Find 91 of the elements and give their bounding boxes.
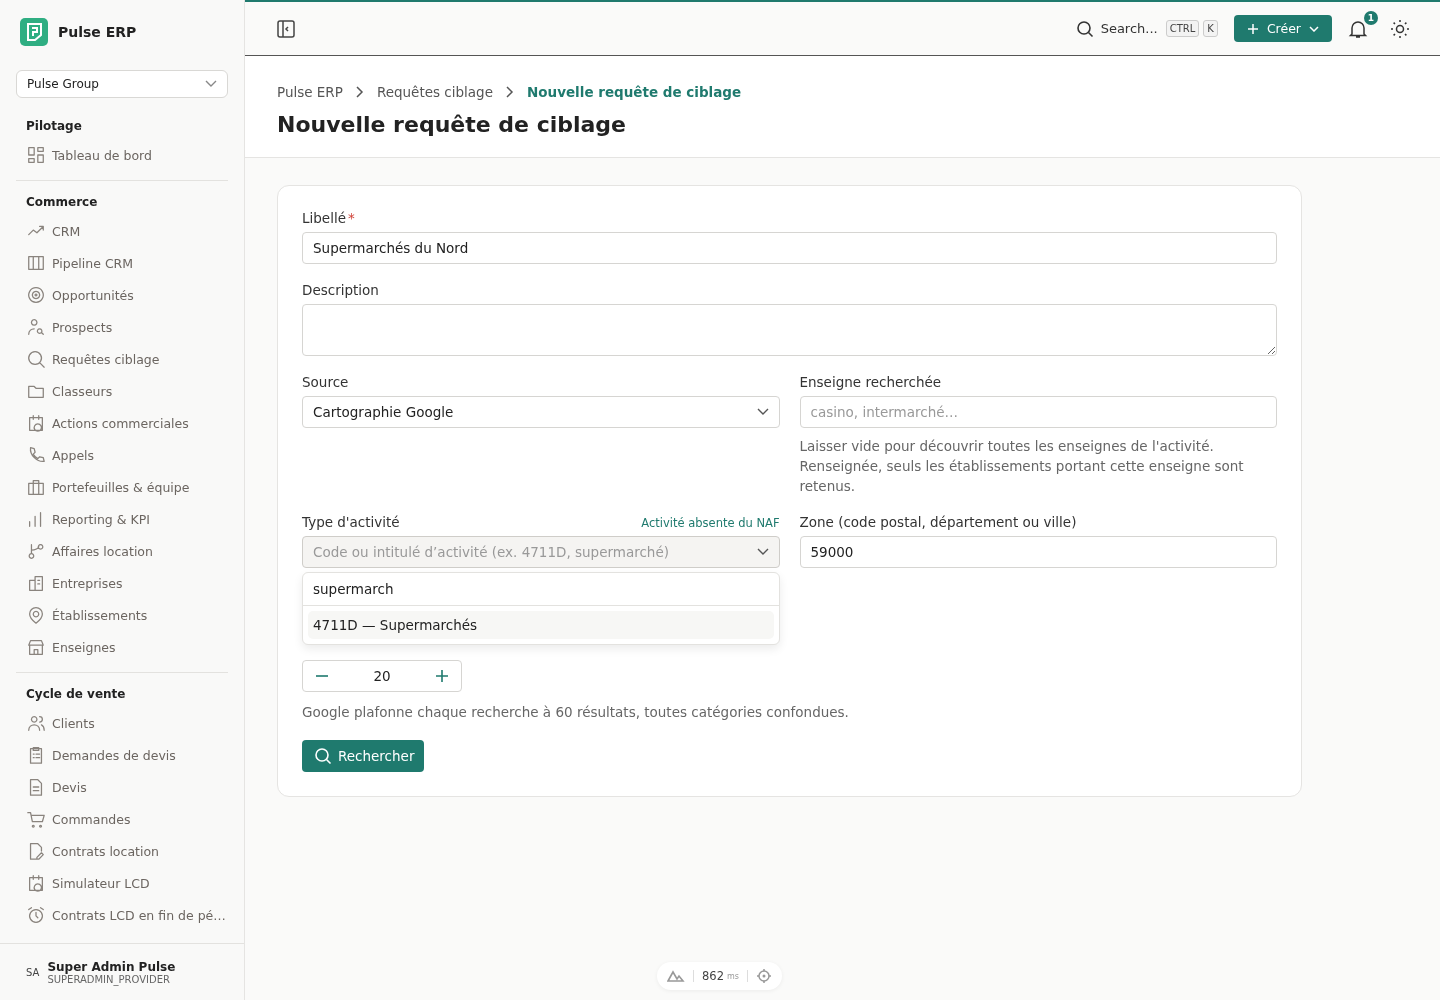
nav-icon — [26, 637, 46, 657]
sidebar-item[interactable]: Demandes de devis — [16, 739, 228, 771]
dropdown-option[interactable]: 4711D — Supermarchés — [308, 611, 774, 639]
chevron-right-icon — [506, 86, 514, 98]
crosshair-icon[interactable] — [755, 968, 772, 984]
sidebar-item[interactable]: Établissements — [16, 599, 228, 631]
sidebar-item[interactable]: Tableau de bord — [16, 139, 228, 171]
sidebar-item[interactable]: Enseignes — [16, 631, 228, 663]
mountain-icon — [667, 970, 685, 982]
sun-icon[interactable] — [1390, 18, 1410, 39]
nav-icon — [26, 713, 46, 733]
field-label: Enseigne recherchée — [799, 374, 943, 390]
breadcrumb-link[interactable]: Nouvelle requête de ciblage — [527, 84, 742, 100]
nav-icon — [26, 541, 46, 561]
nav-icon — [26, 413, 46, 433]
timing-value: 862 — [702, 969, 724, 983]
create-button[interactable]: Créer — [1233, 15, 1332, 42]
notification-count: 1 — [1364, 10, 1378, 25]
nav-icon — [26, 477, 46, 497]
nav-icon — [26, 905, 46, 925]
sidebar-item[interactable]: Reporting & KPI — [16, 503, 228, 535]
sidebar-item[interactable]: Actions commerciales — [16, 407, 228, 439]
sidebar-item[interactable]: Opportunités — [16, 279, 228, 311]
plus-icon[interactable] — [435, 669, 449, 683]
section-title: Pilotage — [25, 118, 83, 135]
shortcut-key: K — [1203, 20, 1218, 37]
search-icon — [1075, 19, 1094, 38]
sidebar-item[interactable]: Portefeuilles & équipe — [16, 471, 228, 503]
nav-icon — [26, 605, 46, 625]
nav-icon — [26, 809, 46, 829]
nav-icon — [26, 873, 46, 893]
nav-icon — [26, 285, 46, 305]
sidebar-item[interactable]: Simulateur LCD — [16, 867, 228, 899]
input-field[interactable]: casino, intermarché… — [799, 396, 1277, 428]
sidebar-item[interactable]: Affaires location — [16, 535, 228, 567]
naf-link[interactable]: Activité absente du NAF — [641, 516, 780, 530]
required-mark: * — [347, 210, 355, 226]
sidebar-item[interactable]: CRM — [16, 215, 228, 247]
sidebar-item[interactable]: Contrats LCD en fin de pé… — [16, 899, 228, 931]
timing-unit: ms — [726, 971, 739, 981]
field-label: Type d'activité — [302, 514, 400, 530]
organization-select[interactable]: Pulse Group — [16, 70, 228, 98]
select-field[interactable]: Cartographie Google — [302, 396, 780, 428]
input-field[interactable]: 59000 — [799, 536, 1277, 568]
chevron-right-icon — [355, 86, 364, 98]
sidebar-item[interactable]: Clients — [16, 707, 228, 739]
help-text: Google plafonne chaque recherche à 60 résultats, toutes catégories confondues. — [302, 703, 850, 722]
nav-icon — [26, 317, 46, 337]
chevron-down-icon — [756, 408, 769, 416]
number-stepper[interactable]: 20 — [302, 660, 462, 692]
field-label: Zone (code postal, département ou ville) — [799, 514, 1078, 530]
app-name: Pulse ERP — [58, 24, 137, 40]
sidebar-item[interactable]: Prospects — [16, 311, 228, 343]
sidebar-item[interactable]: Appels — [16, 439, 228, 471]
field-label: Description — [302, 282, 380, 298]
breadcrumb-link[interactable]: Requêtes ciblage — [376, 84, 493, 100]
user-initials: SA — [26, 966, 40, 978]
shortcut-key: CTRL — [1165, 20, 1200, 37]
user-role: SUPERADMIN_PROVIDER — [47, 973, 171, 985]
field-label: Libellé — [302, 210, 346, 226]
search-icon — [314, 747, 332, 765]
help-text: Laisser vide pour découvrir toutes les enseignes de l'activité. Renseignée, seuls les établissements portant cette enseigne sont retenus. — [799, 437, 1245, 496]
search-submit-button[interactable]: Rechercher — [302, 740, 425, 772]
sidebar-item[interactable]: Pipeline CRM — [16, 247, 228, 279]
search-field[interactable]: supermarch — [303, 573, 779, 606]
field-label: Source — [302, 374, 350, 390]
section-title: Cycle de vente — [25, 686, 127, 703]
nav-icon — [26, 349, 46, 369]
sidebar-toggle-icon[interactable] — [277, 19, 295, 38]
section-title: Commerce — [25, 194, 99, 211]
logo-icon — [20, 18, 48, 46]
sidebar-item[interactable]: Commandes — [16, 803, 228, 835]
nav-icon — [26, 253, 46, 273]
nav-icon — [26, 145, 46, 165]
user-name: Super Admin Pulse — [47, 959, 176, 974]
chevron-down-icon — [1309, 25, 1319, 32]
sidebar-item[interactable]: Requêtes ciblage — [16, 343, 228, 375]
textarea-field[interactable] — [302, 304, 1277, 356]
plus-icon — [1246, 22, 1259, 35]
chevron-down-icon — [756, 548, 769, 556]
sidebar-item[interactable]: Classeurs — [16, 375, 228, 407]
input-field[interactable]: Supermarchés du Nord — [302, 232, 1277, 264]
sidebar-item[interactable]: Devis — [16, 771, 228, 803]
search-button[interactable]: Search... — [1075, 19, 1162, 38]
bell-icon[interactable] — [1348, 18, 1368, 39]
sidebar-item[interactable]: Contrats location — [16, 835, 228, 867]
nav-icon — [26, 573, 46, 593]
page-title: Nouvelle requête de ciblage — [277, 112, 628, 137]
chevron-down-icon — [205, 80, 217, 88]
sidebar-item[interactable]: Entreprises — [16, 567, 228, 599]
breadcrumb-link[interactable]: Pulse ERP — [277, 84, 343, 100]
